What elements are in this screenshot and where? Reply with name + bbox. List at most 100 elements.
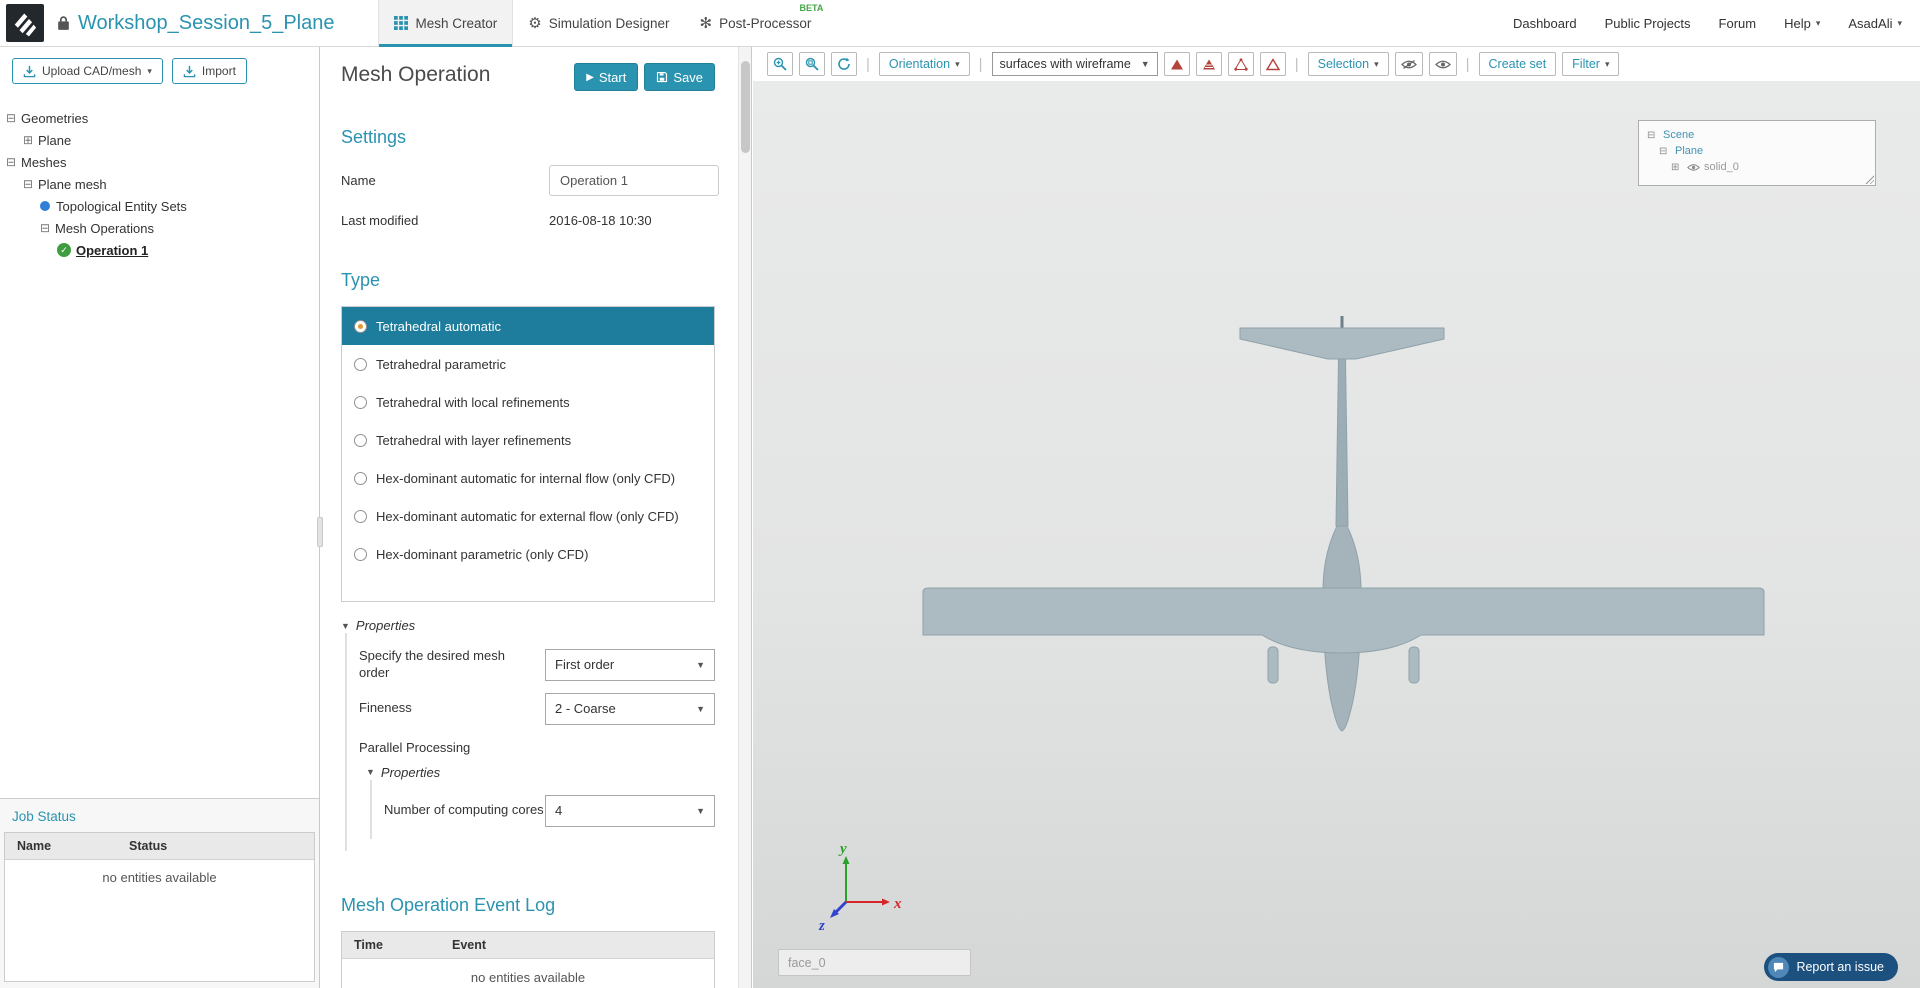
panel-scrollbar[interactable] (738, 47, 751, 988)
expand-toggle-icon[interactable]: ⊞ (23, 133, 38, 147)
reset-view-button[interactable] (831, 52, 857, 76)
tree-item-plane-mesh[interactable]: ⊟ Plane mesh (0, 173, 319, 195)
cores-value: 4 (555, 803, 563, 819)
main-wing (922, 587, 1765, 654)
save-button[interactable]: Save (644, 63, 715, 91)
radio-icon[interactable] (354, 357, 367, 371)
inner-properties-label: Properties (380, 764, 441, 780)
scene-tree-root[interactable]: ⊟ Scene (1647, 127, 1867, 143)
caret-down-icon: ▼ (696, 805, 705, 816)
mesh-order-row: Specify the desired mesh order First ord… (359, 648, 715, 682)
collapse-toggle-icon[interactable]: ⊟ (40, 221, 55, 235)
tree-item-mesh-operations[interactable]: ⊟ Mesh Operations (0, 217, 319, 239)
mesh-nodes-toggle[interactable] (1227, 52, 1254, 76)
upload-cad-button[interactable]: Upload CAD/mesh ▾ (12, 58, 163, 84)
expand-toggle-icon[interactable]: ⊞ (1671, 162, 1683, 173)
collapse-toggle-icon[interactable]: ⊟ (23, 177, 38, 191)
tree-item-operation-1[interactable]: ✓ Operation 1 (0, 239, 319, 261)
radio-icon[interactable] (354, 433, 367, 447)
tree-item-meshes[interactable]: ⊟ Meshes (0, 151, 319, 173)
filter-label: Filter (1572, 57, 1600, 71)
properties-toggle[interactable]: ▼ Properties (341, 618, 715, 633)
radio-icon[interactable] (354, 509, 367, 523)
scrollbar-thumb[interactable] (741, 61, 750, 153)
tab-simulation-designer[interactable]: ⚙ Simulation Designer (513, 0, 684, 47)
hide-selection-button[interactable] (1394, 52, 1423, 76)
nav-public-projects[interactable]: Public Projects (1605, 16, 1691, 31)
caret-down-icon: ▾ (1604, 58, 1610, 69)
collapse-toggle-icon[interactable]: ⊟ (1647, 130, 1659, 141)
upload-icon (23, 65, 36, 77)
zoom-in-button[interactable] (767, 52, 793, 76)
mesh-order-select[interactable]: First order ▼ (545, 648, 715, 681)
refresh-icon (838, 57, 850, 70)
app-tabs: Mesh Creator ⚙ Simulation Designer ✻ Pos… (378, 0, 826, 47)
nav-dashboard[interactable]: Dashboard (1513, 16, 1577, 31)
type-option-tetrahedral-layer-refinements[interactable]: Tetrahedral with layer refinements (342, 421, 714, 459)
plane-model[interactable]: y x z (753, 81, 1920, 988)
face-name-input[interactable] (778, 949, 971, 976)
scene-tree-solid[interactable]: ⊞ solid_0 (1647, 159, 1867, 175)
scene-tree-label: Scene (1663, 129, 1695, 141)
inner-properties-toggle[interactable]: ▼ Properties (366, 765, 715, 780)
show-all-button[interactable] (1428, 52, 1457, 76)
render-mode-select[interactable]: surfaces with wireframe ▼ (991, 52, 1158, 76)
filter-button[interactable]: Filter ▾ (1562, 52, 1620, 76)
tab-mesh-creator[interactable]: Mesh Creator (378, 0, 514, 47)
name-input[interactable] (549, 165, 719, 196)
scene-tree: ⊟ Scene ⊟ Plane ⊞ solid_0 (1638, 120, 1876, 186)
tree-item-label: Operation 1 (76, 242, 149, 258)
zoom-box-button[interactable] (799, 52, 825, 76)
event-log-heading: Mesh Operation Event Log (341, 894, 556, 915)
radio-icon[interactable] (354, 395, 367, 409)
scene-tree-resize-handle[interactable] (1864, 174, 1874, 184)
toolbar-separator: | (978, 55, 983, 73)
event-log-empty-text: no entities available (470, 969, 586, 985)
gear-stub-left (1267, 646, 1279, 684)
render-mode-value: surfaces with wireframe (999, 57, 1131, 71)
cores-select[interactable]: 4 ▼ (545, 794, 715, 827)
viewport-canvas[interactable]: y x z ⊟ Scene ⊟ Plane ⊞ solid_0 face_0 R… (753, 81, 1920, 988)
tree-item-topological-entity-sets[interactable]: Topological Entity Sets (0, 195, 319, 217)
sidebar-actions: Upload CAD/mesh ▾ Import (0, 47, 319, 93)
tree-item-geometries[interactable]: ⊟ Geometries (0, 107, 319, 129)
tail-boom (1335, 358, 1349, 527)
type-option-label: Hex-dominant parametric (only CFD) (376, 546, 589, 562)
panel-resize-handle[interactable]: ⋮ (321, 517, 323, 547)
user-menu[interactable]: AsadAli ▾ (1848, 16, 1902, 31)
start-button[interactable]: ▶ Start (574, 63, 639, 91)
nav-help-menu[interactable]: Help ▾ (1784, 16, 1820, 31)
radio-icon[interactable] (354, 547, 367, 561)
mesh-solid-toggle[interactable] (1163, 52, 1190, 76)
type-option-tetrahedral-parametric[interactable]: Tetrahedral parametric (342, 345, 714, 383)
app-logo-icon[interactable] (6, 4, 44, 42)
inner-properties-body: Number of computing cores 4 ▼ (370, 779, 715, 839)
fineness-select[interactable]: 2 - Coarse ▼ (545, 692, 715, 725)
type-option-tetrahedral-local-refinements[interactable]: Tetrahedral with local refinements (342, 383, 714, 421)
type-option-hex-external-flow[interactable]: Hex-dominant automatic for external flow… (342, 497, 714, 535)
radio-icon[interactable] (354, 471, 367, 485)
radio-icon[interactable] (354, 319, 367, 333)
eye-icon[interactable] (1687, 163, 1700, 172)
collapse-toggle-icon[interactable]: ⊟ (6, 111, 21, 125)
import-button-label: Import (201, 64, 236, 78)
type-option-tetrahedral-automatic[interactable]: Tetrahedral automatic (342, 307, 714, 345)
collapse-toggle-icon[interactable]: ⊟ (1659, 146, 1671, 157)
panel-header: Mesh Operation ▶ Start Save (341, 63, 715, 91)
import-button[interactable]: Import (171, 58, 247, 84)
tab-post-processor[interactable]: ✻ Post-Processor BETA (685, 0, 827, 47)
type-option-hex-internal-flow[interactable]: Hex-dominant automatic for internal flow… (342, 459, 714, 497)
create-set-button[interactable]: Create set (1478, 52, 1557, 76)
scene-tree-plane[interactable]: ⊟ Plane (1647, 143, 1867, 159)
orientation-button[interactable]: Orientation ▾ (878, 52, 970, 76)
triangle-nodes-icon (1233, 57, 1248, 71)
nav-forum[interactable]: Forum (1719, 16, 1757, 31)
mesh-order-value: First order (555, 657, 615, 673)
type-option-hex-parametric[interactable]: Hex-dominant parametric (only CFD) (342, 535, 714, 573)
report-issue-button[interactable]: Report an issue (1764, 953, 1898, 981)
mesh-surface-toggle[interactable] (1195, 52, 1222, 76)
selection-button[interactable]: Selection ▾ (1307, 52, 1389, 76)
tree-item-plane[interactable]: ⊞ Plane (0, 129, 319, 151)
mesh-edges-toggle[interactable] (1259, 52, 1286, 76)
collapse-toggle-icon[interactable]: ⊟ (6, 155, 21, 169)
